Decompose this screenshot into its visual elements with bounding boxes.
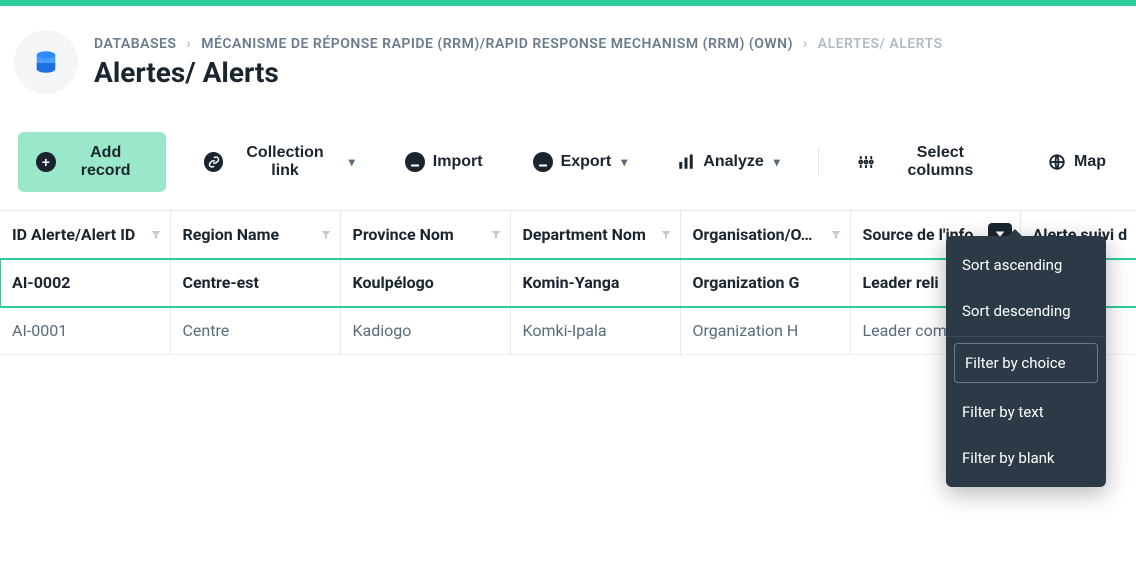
cell-region: Centre-est — [170, 259, 340, 307]
collection-link-button[interactable]: Collection link ▾ — [192, 134, 367, 190]
select-columns-button[interactable]: Select columns — [845, 134, 1010, 190]
col-header-label: Province Nom — [353, 225, 454, 244]
database-icon — [32, 48, 60, 76]
export-button[interactable]: Export ▾ — [521, 142, 640, 182]
columns-icon — [857, 153, 875, 171]
chevron-right-icon: › — [803, 36, 808, 52]
cell-province: Koulpélogo — [340, 259, 510, 307]
filter-icon[interactable] — [660, 225, 672, 244]
chevron-down-icon: ▾ — [774, 155, 780, 169]
map-label: Map — [1074, 153, 1106, 171]
page-title: Alertes/ Alerts — [94, 56, 943, 89]
analyze-label: Analyze — [703, 153, 763, 171]
cell-organisation: Organization G — [680, 259, 850, 307]
filter-icon[interactable] — [490, 225, 502, 244]
col-header-alert-id[interactable]: ID Alerte/Alert ID — [0, 211, 170, 259]
analyze-icon — [677, 153, 695, 171]
cell-alert-id: AI-0002 — [0, 259, 170, 307]
chevron-down-icon: ▾ — [349, 155, 355, 169]
add-record-label: Add record — [64, 144, 148, 180]
database-avatar — [14, 30, 78, 94]
cell-region: Centre — [170, 307, 340, 355]
chevron-down-icon: ▾ — [621, 155, 627, 169]
cell-province: Kadiogo — [340, 307, 510, 355]
toolbar-divider — [818, 148, 819, 176]
cell-department: Komki-Ipala — [510, 307, 680, 355]
export-label: Export — [561, 153, 612, 171]
col-header-label: Department Nom — [523, 225, 646, 244]
menu-sort-ascending[interactable]: Sort ascending — [946, 242, 1106, 288]
chevron-right-icon: › — [186, 36, 191, 52]
col-header-label: Organisation/O… — [693, 225, 813, 244]
map-icon — [1048, 153, 1066, 171]
col-header-province[interactable]: Province Nom — [340, 211, 510, 259]
import-icon — [405, 152, 425, 172]
breadcrumb-current: ALERTES/ ALERTS — [818, 36, 943, 52]
import-button[interactable]: Import — [393, 142, 495, 182]
breadcrumb-databases[interactable]: DATABASES — [94, 36, 176, 52]
map-button[interactable]: Map — [1036, 143, 1118, 181]
breadcrumb: DATABASES › MÉCANISME DE RÉPONSE RAPIDE … — [94, 36, 943, 52]
cell-alert-id: AI-0001 — [0, 307, 170, 355]
cell-department: Komin-Yanga — [510, 259, 680, 307]
col-header-region[interactable]: Region Name — [170, 211, 340, 259]
collection-link-label: Collection link — [231, 144, 338, 180]
plus-icon: + — [36, 152, 56, 172]
link-icon — [204, 152, 224, 172]
menu-separator — [946, 336, 1106, 337]
menu-sort-descending[interactable]: Sort descending — [946, 288, 1106, 334]
import-label: Import — [433, 153, 483, 171]
menu-filter-by-blank[interactable]: Filter by blank — [946, 435, 1106, 481]
select-columns-label: Select columns — [883, 144, 998, 180]
page-header: DATABASES › MÉCANISME DE RÉPONSE RAPIDE … — [0, 6, 1136, 122]
toolbar: + Add record Collection link ▾ Import Ex… — [0, 122, 1136, 210]
analyze-button[interactable]: Analyze ▾ — [665, 143, 792, 181]
col-header-label: Region Name — [183, 225, 280, 244]
add-record-button[interactable]: + Add record — [18, 132, 166, 192]
cell-organisation: Organization H — [680, 307, 850, 355]
col-header-label: ID Alerte/Alert ID — [12, 225, 135, 244]
filter-icon[interactable] — [150, 225, 162, 244]
column-filter-menu: Sort ascending Sort descending Filter by… — [946, 236, 1106, 487]
col-header-department[interactable]: Department Nom — [510, 211, 680, 259]
filter-icon[interactable] — [830, 225, 842, 244]
menu-filter-by-choice[interactable]: Filter by choice — [954, 343, 1098, 383]
filter-icon[interactable] — [320, 225, 332, 244]
col-header-organisation[interactable]: Organisation/O… — [680, 211, 850, 259]
export-icon — [533, 152, 553, 172]
breadcrumb-mechanism[interactable]: MÉCANISME DE RÉPONSE RAPIDE (RRM)/RAPID … — [201, 36, 793, 52]
menu-filter-by-text[interactable]: Filter by text — [946, 389, 1106, 435]
